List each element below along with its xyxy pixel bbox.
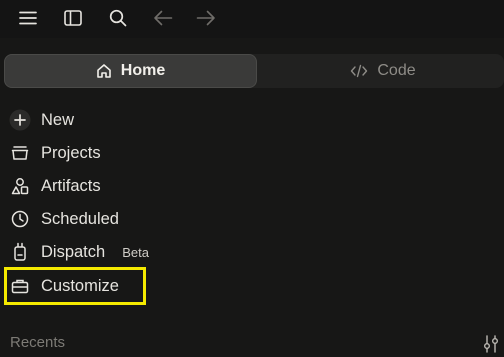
tab-home[interactable]: Home (4, 54, 257, 88)
sidebar-item-artifacts[interactable]: Artifacts (4, 171, 484, 201)
briefcase-icon (9, 275, 31, 297)
search-icon (109, 9, 127, 27)
sidebar-item-projects[interactable]: Projects (4, 138, 484, 168)
tab-home-label: Home (120, 62, 166, 79)
home-icon (96, 64, 111, 78)
dispatch-icon (9, 241, 31, 263)
sidebar-item-label: Customize (41, 276, 119, 295)
menu-button[interactable] (14, 5, 42, 31)
sidebar-item-customize[interactable]: Customize (4, 271, 484, 301)
mode-switch: Home Code (4, 54, 504, 88)
toggle-sidebar-button[interactable] (59, 5, 87, 31)
forward-button[interactable] (192, 5, 220, 31)
sidebar-icon (64, 10, 82, 26)
filter-icon (484, 335, 498, 353)
sidebar-item-scheduled[interactable]: Scheduled (4, 204, 484, 234)
sidebar-item-dispatch[interactable]: Dispatch Beta (4, 237, 484, 267)
plus-icon (9, 109, 31, 131)
menu-icon (19, 11, 37, 25)
artifacts-icon (9, 175, 31, 197)
sidebar-item-label: Projects (41, 143, 101, 162)
tab-code-label: Code (377, 62, 416, 79)
sidebar-item-label: Dispatch (41, 242, 106, 261)
forward-arrow-icon (196, 10, 215, 26)
sidebar-item-label: Scheduled (41, 209, 119, 228)
title-bar (0, 0, 504, 38)
tab-code[interactable]: Code (262, 54, 504, 88)
search-button[interactable] (104, 5, 132, 31)
clock-icon (9, 208, 31, 230)
projects-icon (9, 142, 31, 164)
code-icon (351, 64, 368, 78)
sidebar-item-new[interactable]: New (4, 105, 484, 135)
recents-heading: Recents (10, 334, 66, 351)
sidebar-item-label: Artifacts (41, 176, 101, 195)
beta-badge: Beta (122, 244, 149, 260)
back-arrow-icon (154, 10, 173, 26)
back-button[interactable] (149, 5, 177, 31)
sidebar-item-label: New (41, 110, 75, 129)
filter-button[interactable] (480, 333, 502, 355)
